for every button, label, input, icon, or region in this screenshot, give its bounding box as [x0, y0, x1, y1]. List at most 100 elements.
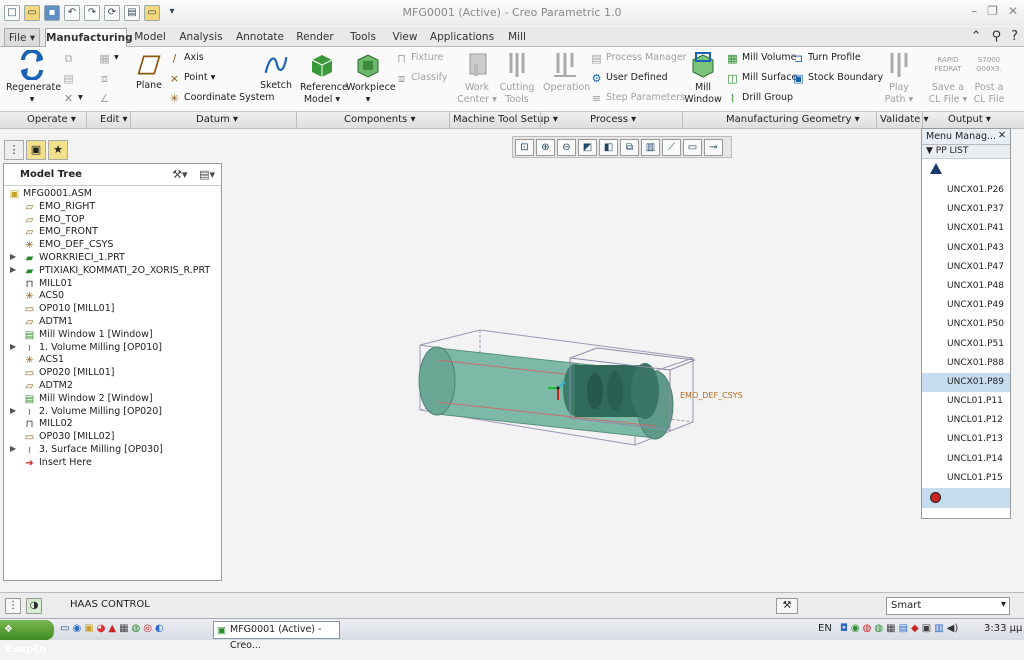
- mill-surface-button[interactable]: ◫ Mill Surface: [726, 71, 797, 85]
- refit-icon[interactable]: ⊡: [515, 139, 534, 156]
- tray-icon-3[interactable]: ◍: [863, 623, 872, 634]
- process-manager-button[interactable]: ▤ Process Manager: [590, 51, 686, 65]
- graphics-area[interactable]: EMO_DEF_CSYS: [225, 160, 920, 590]
- pp-list-item[interactable]: UNCL01.P15: [922, 469, 1010, 488]
- regenerate-button[interactable]: Regenerate ▾: [6, 50, 61, 106]
- pp-list-item[interactable]: UNCX01.P88: [922, 354, 1010, 373]
- tray-icon-1[interactable]: ◘: [840, 623, 848, 634]
- tab-manufacturing[interactable]: Manufacturing: [45, 28, 133, 47]
- paste-button[interactable]: ▤: [62, 71, 78, 85]
- tab-tools[interactable]: Tools: [343, 28, 383, 47]
- mill-volume-button[interactable]: ▦ Mill Volume: [726, 51, 796, 65]
- plane-button[interactable]: Plane: [134, 52, 164, 92]
- tree-settings-icon[interactable]: ⚒▾: [172, 168, 187, 181]
- step-parameters-button[interactable]: ≡ Step Parameters: [590, 91, 685, 105]
- volume-icon[interactable]: ◀): [947, 623, 959, 634]
- tab-model[interactable]: Model: [130, 28, 170, 47]
- selection-filter-dropdown[interactable]: Smart ▾: [886, 597, 1010, 615]
- acrobat-icon[interactable]: ▲: [108, 623, 116, 634]
- pp-list-header[interactable]: ▼ PP LIST: [922, 145, 1010, 159]
- selection-tools-icon[interactable]: ⚒: [776, 598, 798, 614]
- drill-group-button[interactable]: ⌇ Drill Group: [726, 91, 793, 105]
- pp-list-item[interactable]: UNCX01.P43: [922, 239, 1010, 258]
- taskbar-creo-window[interactable]: ▣ MFG0001 (Active) - Creo...: [213, 621, 340, 651]
- pp-list-item[interactable]: UNCX01.P50: [922, 315, 1010, 334]
- pp-list-item[interactable]: UNCX01.P48: [922, 277, 1010, 296]
- favorites-tab-icon[interactable]: ★: [48, 140, 68, 160]
- pattern-button[interactable]: ▦ ▾: [98, 51, 118, 65]
- toggle-navigator-icon[interactable]: ⋮: [5, 598, 21, 614]
- pp-list-item[interactable]: UNCL01.P11: [922, 392, 1010, 411]
- media-player-icon[interactable]: ◉: [72, 623, 81, 634]
- folder-browser-tab-icon[interactable]: ▣: [26, 140, 46, 160]
- coordinate-system-button[interactable]: ✳ Coordinate System: [168, 91, 275, 105]
- expand-arrow-icon[interactable]: ▶: [10, 252, 16, 261]
- tab-analysis[interactable]: Analysis: [175, 28, 227, 47]
- point-button[interactable]: × Point ▾: [168, 71, 216, 85]
- repaint-icon[interactable]: ◩: [578, 139, 597, 156]
- fixture-button[interactable]: ⊓ Fixture: [395, 51, 443, 65]
- pp-list-item[interactable]: UNCX01.P26: [922, 181, 1010, 200]
- start-button[interactable]: ❖ Έναρξη: [0, 620, 54, 655]
- pp-list-item[interactable]: UNCX01.P89: [922, 372, 1010, 393]
- explorer-icon[interactable]: ▣: [84, 623, 93, 634]
- search-icon[interactable]: ⚲: [992, 29, 1002, 44]
- tab-mill[interactable]: Mill: [503, 28, 531, 47]
- stock-boundary-button[interactable]: ▣ Stock Boundary: [792, 71, 883, 85]
- group-components[interactable]: Components ▾: [344, 114, 415, 125]
- tray-icon-2[interactable]: ◉: [851, 623, 860, 634]
- reference-model-button[interactable]: Reference Model ▾: [300, 50, 348, 106]
- group-manufacturing-geometry[interactable]: Manufacturing Geometry ▾: [726, 114, 860, 125]
- group-edit[interactable]: Edit ▾: [100, 114, 128, 125]
- pp-list-item[interactable]: UNCX01.P51: [922, 335, 1010, 354]
- work-center-button[interactable]: Work Center ▾: [455, 50, 499, 106]
- axis-button[interactable]: / Axis: [168, 51, 204, 65]
- datum-display-icon[interactable]: ⟋: [662, 139, 681, 156]
- network-icon[interactable]: ◐: [155, 623, 164, 634]
- tab-render[interactable]: Render: [292, 28, 338, 47]
- sketch-button[interactable]: Sketch: [260, 52, 292, 92]
- group-machine-tool-setup[interactable]: Machine Tool Setup ▾: [453, 114, 558, 125]
- operation-button[interactable]: Operation: [543, 50, 590, 94]
- close-icon[interactable]: ✕: [1008, 4, 1018, 18]
- pp-list-item[interactable]: UNCL01.P14: [922, 450, 1010, 469]
- pp-list-item[interactable]: UNCX01.P49: [922, 296, 1010, 315]
- pp-list-item[interactable]: UNCL01.P12: [922, 411, 1010, 430]
- expand-arrow-icon[interactable]: ▶: [10, 406, 16, 415]
- group-process[interactable]: Process ▾: [590, 114, 636, 125]
- expand-arrow-icon[interactable]: ▶: [10, 444, 16, 453]
- view-manager-icon[interactable]: ▥: [641, 139, 660, 156]
- minimize-icon[interactable]: –: [971, 4, 977, 18]
- scroll-down-button[interactable]: [922, 488, 1010, 508]
- chrome-icon[interactable]: ◕: [97, 623, 106, 634]
- toggle-browser-icon[interactable]: ◑: [26, 598, 42, 614]
- scroll-up-button[interactable]: [922, 159, 1010, 181]
- pp-list-item[interactable]: UNCX01.P37: [922, 200, 1010, 219]
- post-cl-file-button[interactable]: S7000 G00X3. Post a CL File: [970, 50, 1008, 106]
- save-cl-file-button[interactable]: RAPID FEDRAT Save a CL File ▾: [926, 50, 970, 106]
- play-path-button[interactable]: Play Path ▾: [880, 50, 918, 106]
- mirror-button[interactable]: ⧈: [98, 71, 114, 85]
- group-datum[interactable]: Datum ▾: [196, 114, 238, 125]
- tray-icon-6[interactable]: ▤: [899, 623, 908, 634]
- tab-applications[interactable]: Applications: [426, 28, 498, 47]
- display-style-icon[interactable]: ◧: [599, 139, 618, 156]
- group-operate[interactable]: Operate ▾: [27, 114, 76, 125]
- tab-view[interactable]: View: [388, 28, 422, 47]
- help-icon[interactable]: ?: [1011, 29, 1018, 44]
- tab-file[interactable]: File ▾: [4, 28, 40, 47]
- zoom-in-icon[interactable]: ⊕: [536, 139, 555, 156]
- workpiece-button[interactable]: Workpiece ▾: [346, 50, 396, 106]
- expand-arrow-icon[interactable]: ▶: [10, 265, 16, 274]
- tray-icon-7[interactable]: ◆: [911, 623, 919, 634]
- expand-arrow-icon[interactable]: ▶: [10, 342, 16, 351]
- classify-button[interactable]: ⧈ Classify: [395, 71, 447, 85]
- delete-button[interactable]: ✕ ▾: [62, 91, 83, 105]
- close-icon[interactable]: ✕: [998, 130, 1006, 141]
- tray-icon-5[interactable]: ▦: [886, 623, 895, 634]
- saved-views-icon[interactable]: ⧉: [620, 139, 639, 156]
- tray-icon-8[interactable]: ▣: [922, 623, 931, 634]
- annotation-display-icon[interactable]: ▭: [683, 139, 702, 156]
- turn-profile-button[interactable]: ⊐ Turn Profile: [792, 51, 861, 65]
- tree-columns-icon[interactable]: ▤▾: [199, 168, 215, 181]
